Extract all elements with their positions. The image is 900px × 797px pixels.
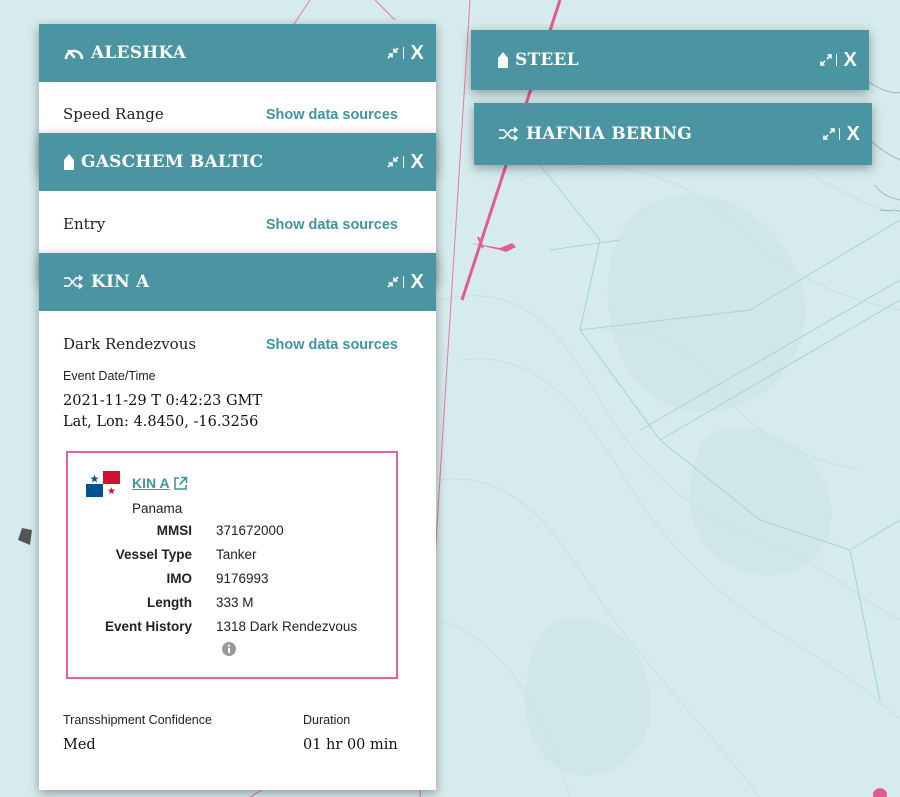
rendezvous-arrows-icon — [63, 275, 85, 289]
event-datetime-value: 2021-11-29 T 0:42:23 GMT — [63, 393, 263, 409]
vessel-marker-icon — [497, 52, 509, 68]
event-panel-kin-a: KIN A X Dark Rendezvous Show data source… — [39, 253, 436, 790]
info-icon[interactable] — [222, 642, 236, 656]
confidence-label: Transshipment Confidence — [63, 713, 212, 727]
collapse-icon[interactable] — [387, 276, 400, 288]
tool-divider — [403, 47, 405, 59]
tool-divider — [403, 156, 405, 168]
panel-header-kin-a: KIN A X — [39, 253, 436, 311]
vessel-name-link[interactable]: KIN A — [132, 475, 188, 491]
duration-label: Duration — [303, 713, 351, 727]
close-button[interactable]: X — [410, 43, 424, 63]
panama-flag-icon — [86, 471, 120, 497]
panel-title: KIN A — [91, 272, 150, 292]
vessel-card: KIN A Panama MMSI 371672000 Vessel Type … — [66, 451, 398, 679]
speed-gauge-icon — [63, 45, 85, 61]
panel-title: ALESHKA — [91, 43, 187, 63]
event-panel-hafnia-bering: HAFNIA BERING X — [474, 103, 872, 165]
show-data-sources-link[interactable]: Show data sources — [266, 217, 398, 233]
length-value: 333 M — [216, 595, 254, 610]
panel-header-hafnia-bering: HAFNIA BERING X — [474, 103, 872, 165]
rendezvous-arrows-icon — [498, 127, 520, 141]
tool-divider — [839, 128, 841, 140]
collapse-icon[interactable] — [387, 156, 400, 168]
map-view[interactable]: ALESHKA X Speed Range Show data sources … — [0, 0, 900, 797]
expand-icon[interactable] — [820, 54, 833, 66]
external-link-icon[interactable] — [173, 476, 188, 491]
vessel-name[interactable]: KIN A — [132, 475, 170, 491]
close-button[interactable]: X — [410, 152, 424, 172]
duration-value: 01 hr 00 min — [303, 737, 398, 753]
imo-value: 9176993 — [216, 571, 269, 586]
tool-divider — [836, 54, 838, 66]
vessel-type-value: Tanker — [216, 547, 257, 562]
event-panel-steel: STEEL X — [471, 30, 869, 90]
imo-label: IMO — [166, 571, 193, 586]
panel-header-gaschem-baltic: GASCHEM BALTIC X — [39, 133, 436, 191]
show-data-sources-link[interactable]: Show data sources — [266, 337, 398, 353]
event-history-value: 1318 Dark Rendezvous — [216, 619, 358, 634]
event-type-label: Entry — [63, 215, 106, 233]
close-button[interactable]: X — [410, 272, 424, 292]
panel-title: STEEL — [515, 50, 579, 70]
event-datetime-label: Event Date/Time — [63, 369, 156, 383]
event-history-label: Event History — [104, 619, 192, 634]
confidence-value: Med — [63, 737, 96, 753]
panel-title: HAFNIA BERING — [526, 124, 692, 144]
event-type-label: Speed Range — [63, 105, 164, 123]
tool-divider — [403, 276, 405, 288]
event-latlon-value: Lat, Lon: 4.8450, -16.3256 — [63, 414, 259, 430]
panel-header-aleshka: ALESHKA X — [39, 24, 436, 82]
collapse-icon[interactable] — [387, 47, 400, 59]
mmsi-label: MMSI — [156, 523, 192, 538]
panel-title: GASCHEM BALTIC — [81, 152, 264, 172]
event-type-label: Dark Rendezvous — [63, 335, 197, 353]
length-label: Length — [147, 595, 192, 610]
mmsi-value: 371672000 — [216, 523, 284, 538]
vessel-marker-icon — [63, 154, 75, 170]
show-data-sources-link[interactable]: Show data sources — [266, 107, 398, 123]
vessel-flag-country: Panama — [132, 501, 183, 516]
expand-icon[interactable] — [823, 128, 836, 140]
close-button[interactable]: X — [846, 124, 860, 144]
vessel-type-label: Vessel Type — [115, 547, 192, 562]
panel-header-steel: STEEL X — [471, 30, 869, 90]
close-button[interactable]: X — [843, 50, 857, 70]
